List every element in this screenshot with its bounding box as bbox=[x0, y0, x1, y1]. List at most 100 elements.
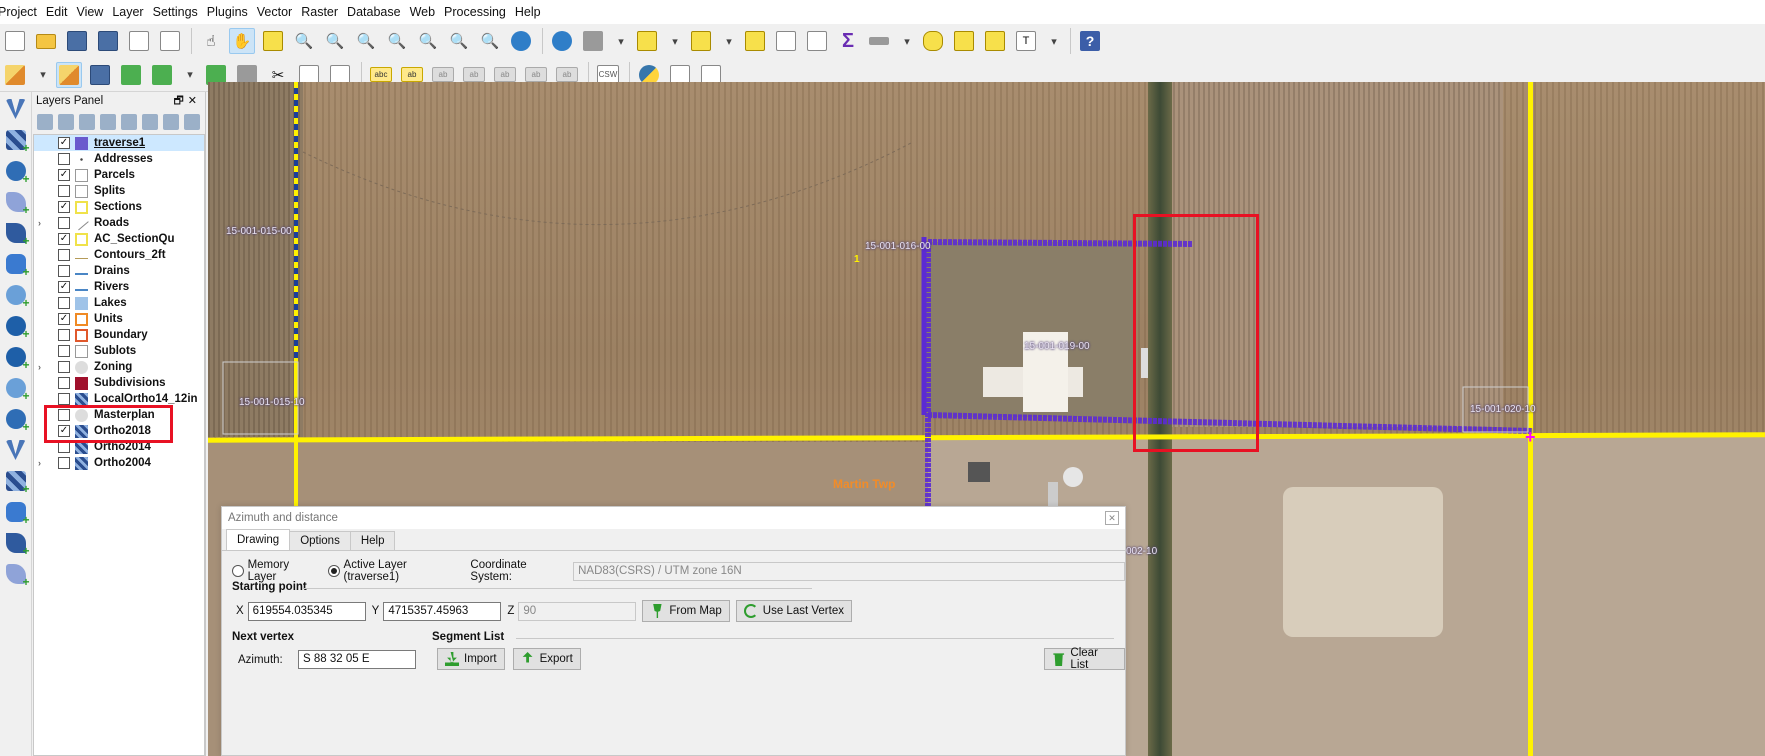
select-by-value-icon[interactable] bbox=[688, 28, 714, 54]
menu-project[interactable]: Project bbox=[0, 5, 46, 19]
menu-layer[interactable]: Layer bbox=[112, 5, 152, 19]
expand-arrow-icon[interactable]: › bbox=[38, 218, 48, 228]
layer-visibility-checkbox[interactable]: ✓ bbox=[58, 233, 70, 245]
layer-row-rivers[interactable]: ✓ Rivers bbox=[34, 279, 204, 295]
layer-row-units[interactable]: ✓ Units bbox=[34, 311, 204, 327]
statistics-icon[interactable]: Σ bbox=[835, 28, 861, 54]
layer-row-boundary[interactable]: Boundary bbox=[34, 327, 204, 343]
add-spatialite-icon[interactable] bbox=[3, 220, 30, 248]
expand-arrow-icon[interactable]: › bbox=[38, 458, 48, 468]
tab-options[interactable]: Options bbox=[289, 531, 351, 550]
chevron-down-icon[interactable]: ▾ bbox=[180, 62, 200, 88]
measure-icon[interactable] bbox=[866, 28, 892, 54]
layer-visibility-checkbox[interactable] bbox=[58, 265, 70, 277]
layer-visibility-checkbox[interactable] bbox=[58, 457, 70, 469]
chevron-down-icon[interactable]: ▾ bbox=[665, 28, 685, 54]
add-raster-layer-icon[interactable] bbox=[3, 127, 30, 155]
zoom-to-selection-icon[interactable]: 🔍 bbox=[384, 28, 410, 54]
layer-row-ortho2004[interactable]: › Ortho2004 bbox=[34, 455, 204, 471]
zoom-in-icon[interactable]: 🔍 bbox=[291, 28, 317, 54]
zoom-to-layer-icon[interactable]: 🔍 bbox=[415, 28, 441, 54]
add-mesh-layer-icon[interactable] bbox=[3, 158, 30, 186]
add-wms-icon[interactable] bbox=[3, 313, 30, 341]
layout-manager-icon[interactable] bbox=[157, 28, 183, 54]
layer-row-contours_2ft[interactable]: Contours_2ft bbox=[34, 247, 204, 263]
layer-row-zoning[interactable]: › Zoning bbox=[34, 359, 204, 375]
layer-visibility-checkbox[interactable] bbox=[58, 329, 70, 341]
layer-visibility-checkbox[interactable] bbox=[58, 249, 70, 261]
menu-web[interactable]: Web bbox=[410, 5, 444, 19]
add-arcgis-icon[interactable] bbox=[3, 406, 30, 434]
chevron-down-icon[interactable]: ▾ bbox=[1044, 28, 1064, 54]
layer-visibility-checkbox[interactable]: ✓ bbox=[58, 201, 70, 213]
layer-visibility-checkbox[interactable]: ✓ bbox=[58, 137, 70, 149]
layer-visibility-checkbox[interactable]: ✓ bbox=[58, 281, 70, 293]
zoom-last-icon[interactable]: 🔍 bbox=[446, 28, 472, 54]
vertex-tool-icon[interactable] bbox=[149, 62, 175, 88]
layer-row-traverse1[interactable]: ✓ traverse1 bbox=[34, 135, 204, 151]
attribute-table-icon[interactable] bbox=[773, 28, 799, 54]
from-map-button[interactable]: From Map bbox=[642, 600, 730, 622]
pan-to-selection-icon[interactable] bbox=[260, 28, 286, 54]
save-edits-icon[interactable] bbox=[87, 62, 113, 88]
open-layer-styling-icon[interactable] bbox=[37, 114, 53, 130]
add-vector-layer-icon[interactable] bbox=[3, 96, 29, 122]
digitize-icon[interactable] bbox=[118, 62, 144, 88]
zoom-out-icon[interactable]: 🔍 bbox=[322, 28, 348, 54]
show-bookmarks-icon[interactable] bbox=[982, 28, 1008, 54]
active-layer-radio[interactable] bbox=[327, 565, 340, 577]
use-last-vertex-button[interactable]: Use Last Vertex bbox=[735, 600, 852, 622]
add-wfs-icon[interactable] bbox=[3, 375, 30, 403]
azimuth-input[interactable]: S 88 32 05 E bbox=[298, 650, 416, 669]
identify-icon[interactable] bbox=[549, 28, 575, 54]
layer-visibility-checkbox[interactable]: ✓ bbox=[58, 169, 70, 181]
import-button[interactable]: Import bbox=[437, 648, 505, 670]
expand-arrow-icon[interactable]: › bbox=[38, 362, 48, 372]
menu-help[interactable]: Help bbox=[515, 5, 550, 19]
x-input[interactable]: 619554.035345 bbox=[247, 601, 366, 621]
add-virtual-layer-icon[interactable] bbox=[3, 251, 30, 279]
chevron-down-icon[interactable]: ▾ bbox=[33, 62, 53, 88]
new-geopackage-icon[interactable] bbox=[3, 468, 30, 496]
new-bookmark-icon[interactable] bbox=[951, 28, 977, 54]
layer-row-splits[interactable]: Splits bbox=[34, 183, 204, 199]
menu-view[interactable]: View bbox=[76, 5, 112, 19]
refresh-icon[interactable] bbox=[508, 28, 534, 54]
add-postgis-icon[interactable] bbox=[3, 282, 30, 310]
export-button[interactable]: Export bbox=[512, 648, 581, 670]
manage-map-themes-icon[interactable] bbox=[79, 114, 95, 130]
layer-visibility-checkbox[interactable]: ✓ bbox=[58, 313, 70, 325]
current-edits-icon[interactable] bbox=[2, 62, 28, 88]
layer-row-ac_sectionqu[interactable]: ✓ AC_SectionQu bbox=[34, 231, 204, 247]
y-input[interactable]: 4715357.45963 bbox=[383, 601, 502, 621]
layer-row-parcels[interactable]: ✓ Parcels bbox=[34, 167, 204, 183]
add-group-icon[interactable] bbox=[58, 114, 74, 130]
tab-drawing[interactable]: Drawing bbox=[226, 529, 291, 550]
new-project-icon[interactable] bbox=[2, 28, 28, 54]
layer-visibility-checkbox[interactable] bbox=[58, 377, 70, 389]
menu-edit[interactable]: Edit bbox=[46, 5, 77, 19]
layer-visibility-checkbox[interactable] bbox=[58, 345, 70, 357]
memory-layer-radio[interactable] bbox=[232, 565, 244, 577]
chevron-down-icon[interactable]: ▾ bbox=[611, 28, 631, 54]
filter-by-expression-icon[interactable] bbox=[121, 114, 137, 130]
add-wcs-icon[interactable] bbox=[3, 344, 30, 372]
new-print-layout-icon[interactable] bbox=[126, 28, 152, 54]
menu-raster[interactable]: Raster bbox=[301, 5, 347, 19]
layer-row-addresses[interactable]: Addresses bbox=[34, 151, 204, 167]
touch-icon[interactable]: ☝ bbox=[198, 28, 224, 54]
layer-visibility-checkbox[interactable] bbox=[58, 153, 70, 165]
layer-visibility-checkbox[interactable] bbox=[58, 297, 70, 309]
save-as-icon[interactable] bbox=[95, 28, 121, 54]
run-action-icon[interactable] bbox=[580, 28, 606, 54]
zoom-full-icon[interactable]: 🔍 bbox=[353, 28, 379, 54]
layer-visibility-checkbox[interactable] bbox=[58, 185, 70, 197]
toggle-editing-icon[interactable] bbox=[56, 61, 82, 88]
layer-visibility-checkbox[interactable] bbox=[58, 217, 70, 229]
coord-system-field[interactable]: NAD83(CSRS) / UTM zone 16N bbox=[573, 561, 1126, 581]
expand-all-icon[interactable] bbox=[142, 114, 158, 130]
z-input[interactable]: 90 bbox=[518, 601, 637, 621]
digitize-with-segment-icon[interactable] bbox=[3, 561, 30, 589]
layer-row-drains[interactable]: Drains bbox=[34, 263, 204, 279]
new-temporary-layer-icon[interactable] bbox=[3, 499, 30, 527]
